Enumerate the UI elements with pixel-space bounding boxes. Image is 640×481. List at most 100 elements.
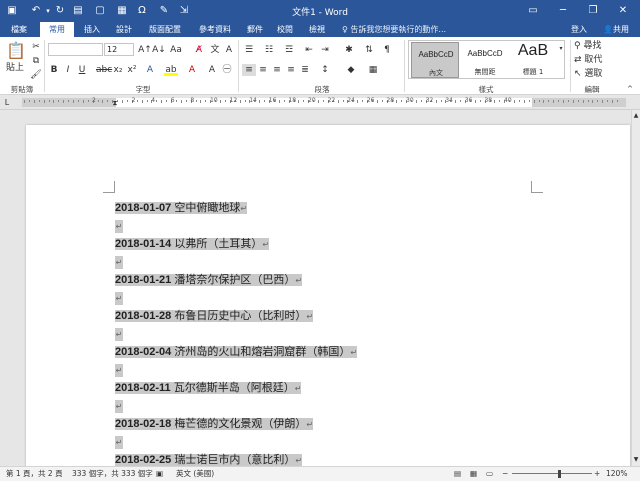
select-button[interactable]: ↖ 選取 bbox=[574, 68, 634, 80]
tab-layout[interactable]: 版面配置 bbox=[142, 22, 188, 37]
change-case-icon[interactable]: Aa bbox=[168, 44, 184, 56]
tab-references[interactable]: 參考資料 bbox=[192, 22, 238, 37]
bullets-icon[interactable]: ☰ bbox=[242, 44, 256, 56]
style-normal[interactable]: AaBbCcD 內文 bbox=[411, 42, 459, 78]
document-line[interactable]: 2018-01-07 空中俯瞰地球↵ bbox=[115, 200, 248, 216]
text-effects-icon[interactable]: A bbox=[144, 64, 156, 76]
document-line[interactable]: 2018-02-11 瓦尔德斯半岛（阿根廷）↵ bbox=[115, 380, 302, 396]
tab-home[interactable]: 常用 bbox=[40, 22, 74, 37]
zoom-thumb[interactable] bbox=[558, 470, 561, 478]
align-left-icon[interactable]: ≡ bbox=[242, 64, 256, 76]
tab-review[interactable]: 校閱 bbox=[272, 22, 298, 37]
align-right-icon[interactable]: ≡ bbox=[270, 64, 284, 76]
ribbon-display-icon[interactable]: ▭ bbox=[518, 0, 548, 22]
ruler-tick bbox=[616, 100, 618, 102]
underline-icon[interactable]: U bbox=[76, 64, 88, 76]
language[interactable]: 英文 (美國) bbox=[176, 467, 214, 481]
paste-button[interactable]: 貼上 bbox=[4, 62, 26, 74]
tab-file[interactable]: 檔案 bbox=[4, 22, 34, 37]
char-shading-icon[interactable]: A bbox=[206, 64, 218, 76]
ruler-tick bbox=[376, 100, 378, 103]
signin-link[interactable]: 登入 bbox=[566, 22, 592, 37]
select-icon: ↖ bbox=[574, 69, 585, 79]
word-count[interactable]: 333 個字，共 333 個字 bbox=[72, 467, 153, 481]
zoom-slider[interactable] bbox=[512, 473, 592, 474]
tab-view[interactable]: 檢視 bbox=[302, 22, 332, 37]
share-button[interactable]: 👤共用 bbox=[596, 22, 636, 37]
read-mode-icon[interactable]: ▤ bbox=[454, 467, 461, 481]
ruler-number: 36 bbox=[464, 97, 473, 104]
subscript-icon[interactable]: x₂ bbox=[112, 64, 124, 76]
scroll-down-icon[interactable]: ▼ bbox=[632, 454, 640, 466]
align-center-icon[interactable]: ≡ bbox=[256, 64, 270, 76]
strikethrough-icon[interactable]: abc bbox=[96, 64, 112, 76]
line-text: 2018-02-04 济州岛的火山和熔岩洞窟群（韩国）↵ bbox=[115, 346, 358, 358]
font-size-dropdown[interactable]: 12 bbox=[104, 43, 134, 56]
clear-format-icon[interactable]: A̸ bbox=[192, 44, 206, 56]
numbering-icon[interactable]: ☷ bbox=[262, 44, 276, 56]
enclose-char-icon[interactable]: ㊀ bbox=[220, 64, 234, 76]
page-count[interactable]: 第 1 頁，共 2 頁 bbox=[6, 467, 63, 481]
justify-icon[interactable]: ≡ bbox=[284, 64, 298, 76]
paste-icon[interactable]: 📋 bbox=[6, 41, 26, 61]
document-line[interactable]: 2018-01-21 潘塔奈尔保护区（巴西）↵ bbox=[115, 272, 303, 288]
font-color-icon[interactable]: A bbox=[186, 64, 198, 76]
format-painter-icon[interactable]: 🖌 bbox=[30, 69, 42, 81]
ruler-number: 14 bbox=[249, 97, 257, 104]
ruler-tick bbox=[259, 100, 261, 103]
tab-insert[interactable]: 插入 bbox=[78, 22, 106, 37]
indent-marker-icon[interactable]: ⧗ bbox=[110, 97, 120, 109]
gallery-more-icon[interactable]: ▾ bbox=[557, 43, 565, 55]
distributed-icon[interactable]: ≣ bbox=[298, 64, 312, 76]
document-line[interactable]: 2018-02-04 济州岛的火山和熔岩洞窟群（韩国）↵ bbox=[115, 344, 358, 360]
document-line[interactable]: 2018-01-28 布鲁日历史中心（比利时）↵ bbox=[115, 308, 314, 324]
document-page[interactable]: 2018-01-07 空中俯瞰地球↵ ↵ 2018-01-14 以弗所（土耳其）↵ ↵… bbox=[26, 125, 630, 466]
vertical-scrollbar[interactable]: ▲ ▼ bbox=[631, 110, 640, 466]
zoom-in-icon[interactable]: + bbox=[594, 467, 600, 481]
zoom-level[interactable]: 120% bbox=[606, 467, 627, 481]
copy-icon[interactable]: ⧉ bbox=[30, 55, 42, 67]
horizontal-ruler[interactable]: L 2 2 4 6 8 10 12 14 16 18 20 22 24 26 28 30 32 34 36 38 40 … bbox=[0, 95, 640, 110]
highlight-icon[interactable]: ab bbox=[164, 64, 178, 76]
close-icon[interactable]: ✕ bbox=[608, 0, 638, 22]
find-button[interactable]: ⚲ 尋找 bbox=[574, 40, 634, 52]
scroll-up-icon[interactable]: ▲ bbox=[632, 110, 640, 122]
tab-selector-icon[interactable]: L bbox=[2, 97, 12, 109]
borders-icon[interactable]: ▦ bbox=[366, 64, 380, 76]
style-no-spacing[interactable]: AaBbCcD 無間距 bbox=[461, 42, 509, 78]
shading-icon[interactable]: ◆ bbox=[344, 64, 358, 76]
style-heading-1[interactable]: AaB 標題 1 bbox=[509, 42, 557, 78]
proofing-icon[interactable]: ▣ bbox=[156, 467, 163, 481]
zoom-out-icon[interactable]: − bbox=[502, 467, 508, 481]
ruler-tick bbox=[602, 100, 604, 103]
sort-icon[interactable]: ⇅ bbox=[362, 44, 376, 56]
cut-icon[interactable]: ✂ bbox=[30, 41, 42, 53]
increase-indent-icon[interactable]: ⇥ bbox=[318, 44, 332, 56]
font-name-dropdown[interactable] bbox=[48, 43, 103, 56]
minimize-icon[interactable]: ─ bbox=[548, 0, 578, 22]
web-layout-icon[interactable]: ▭ bbox=[486, 467, 493, 481]
tab-design[interactable]: 設計 bbox=[110, 22, 138, 37]
restore-icon[interactable]: ❐ bbox=[578, 0, 608, 22]
phonetic-guide-icon[interactable]: 文 bbox=[208, 44, 222, 56]
grow-font-icon[interactable]: A↑ bbox=[138, 44, 152, 56]
superscript-icon[interactable]: x² bbox=[126, 64, 138, 76]
replace-button[interactable]: ⇄ 取代 bbox=[574, 54, 634, 66]
tab-mailings[interactable]: 郵件 bbox=[242, 22, 268, 37]
document-line[interactable]: 2018-02-18 梅芒德的文化景观（伊朗）↵ bbox=[115, 416, 314, 432]
decrease-indent-icon[interactable]: ⇤ bbox=[302, 44, 316, 56]
chinese-layout-icon[interactable]: ✱ bbox=[342, 44, 356, 56]
tell-me-box[interactable]: ♀ 告訴我您想要執行的動作... bbox=[342, 22, 446, 37]
italic-icon[interactable]: I bbox=[62, 64, 74, 76]
shrink-font-icon[interactable]: A↓ bbox=[152, 44, 166, 56]
print-layout-icon[interactable]: ▦ bbox=[470, 467, 477, 481]
show-marks-icon[interactable]: ¶ bbox=[380, 44, 394, 56]
multilevel-list-icon[interactable]: ☲ bbox=[282, 44, 296, 56]
bold-icon[interactable]: B bbox=[48, 64, 60, 76]
document-line[interactable]: 2018-01-14 以弗所（土耳其）↵ bbox=[115, 236, 270, 252]
collapse-ribbon-icon[interactable]: ^ bbox=[624, 83, 636, 95]
share-label: 共用 bbox=[612, 25, 629, 34]
document-line[interactable]: 2018-02-25 瑞士诺巨市内（意比利）↵ bbox=[115, 452, 303, 466]
line-spacing-icon[interactable]: ↕ bbox=[318, 64, 332, 76]
char-border-icon[interactable]: A bbox=[222, 44, 236, 56]
